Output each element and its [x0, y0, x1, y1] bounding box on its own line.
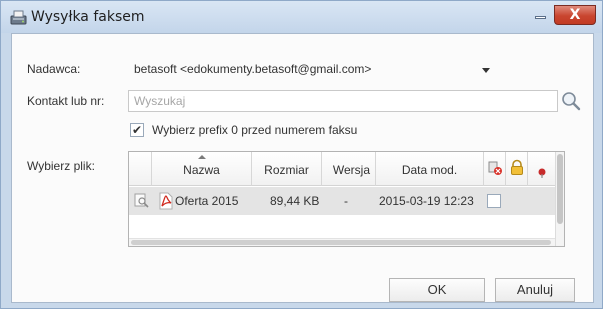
row-version: -	[344, 194, 348, 208]
vertical-scroll-thumb[interactable]	[557, 154, 563, 224]
ok-button[interactable]: OK	[389, 278, 485, 302]
horizontal-scroll-thumb[interactable]	[131, 240, 551, 245]
column-header-size-label: Rozmiar	[264, 163, 309, 177]
vertical-scrollbar[interactable]	[555, 152, 564, 246]
column-header-attach[interactable]	[484, 152, 506, 186]
column-header-version-label: Wersja	[332, 163, 370, 177]
pdf-file-icon	[159, 192, 173, 210]
dialog-body: Nadawca: betasoft <edokumenty.betasoft@g…	[11, 33, 594, 303]
horizontal-scrollbar[interactable]	[129, 238, 555, 246]
column-header-name-label: Nazwa	[183, 163, 220, 177]
prefix-checkbox-label: Wybierz prefix 0 przed numerem faksu	[152, 123, 358, 137]
row-name: Oferta 2015	[175, 194, 239, 208]
close-button[interactable]: X	[554, 5, 596, 25]
prefix-checkbox[interactable]: ✔	[130, 123, 144, 137]
column-header-modified-label: Data mod.	[401, 163, 458, 177]
minimize-button[interactable]	[527, 8, 553, 26]
chevron-down-icon[interactable]	[482, 68, 490, 73]
column-header-lock[interactable]	[506, 152, 528, 186]
contact-label: Kontakt lub nr:	[27, 94, 105, 108]
sender-label: Nadawca:	[27, 62, 81, 76]
attach-file-icon	[488, 161, 502, 175]
title-bar[interactable]: Wysyłka faksem X	[1, 1, 602, 33]
grid-header: Nazwa Rozmiar Wersja Data mod.	[129, 152, 555, 186]
row-size: 89,44 KB	[270, 194, 320, 208]
grid-header-spacer	[129, 152, 152, 186]
fax-icon	[10, 10, 27, 25]
search-icon[interactable]	[560, 90, 582, 112]
sort-ascending-icon	[197, 155, 206, 159]
column-header-tag[interactable]	[528, 152, 555, 186]
preview-icon[interactable]	[134, 193, 150, 209]
row-modified: 2015-03-19 12:23	[379, 194, 474, 208]
tag-icon	[538, 168, 546, 178]
file-label: Wybierz plik:	[27, 159, 95, 173]
minimize-icon	[534, 15, 546, 19]
sender-select[interactable]: betasoft <edokumenty.betasoft@gmail.com>	[134, 62, 371, 76]
search-input[interactable]: Wyszukaj	[128, 90, 558, 112]
column-header-modified[interactable]: Data mod.	[376, 152, 484, 186]
lock-icon	[511, 159, 523, 175]
column-header-version[interactable]: Wersja	[322, 152, 376, 186]
fax-dialog-window: Wysyłka faksem X Nadawca: betasoft <edok…	[0, 0, 603, 309]
row-select-checkbox[interactable]	[487, 194, 501, 208]
column-header-size[interactable]: Rozmiar	[252, 152, 322, 186]
cancel-button[interactable]: Anuluj	[495, 278, 575, 302]
column-header-name[interactable]: Nazwa	[152, 152, 252, 186]
window-title: Wysyłka faksem	[31, 9, 145, 25]
file-grid: Nazwa Rozmiar Wersja Data mod. Oferta 20…	[128, 151, 565, 247]
